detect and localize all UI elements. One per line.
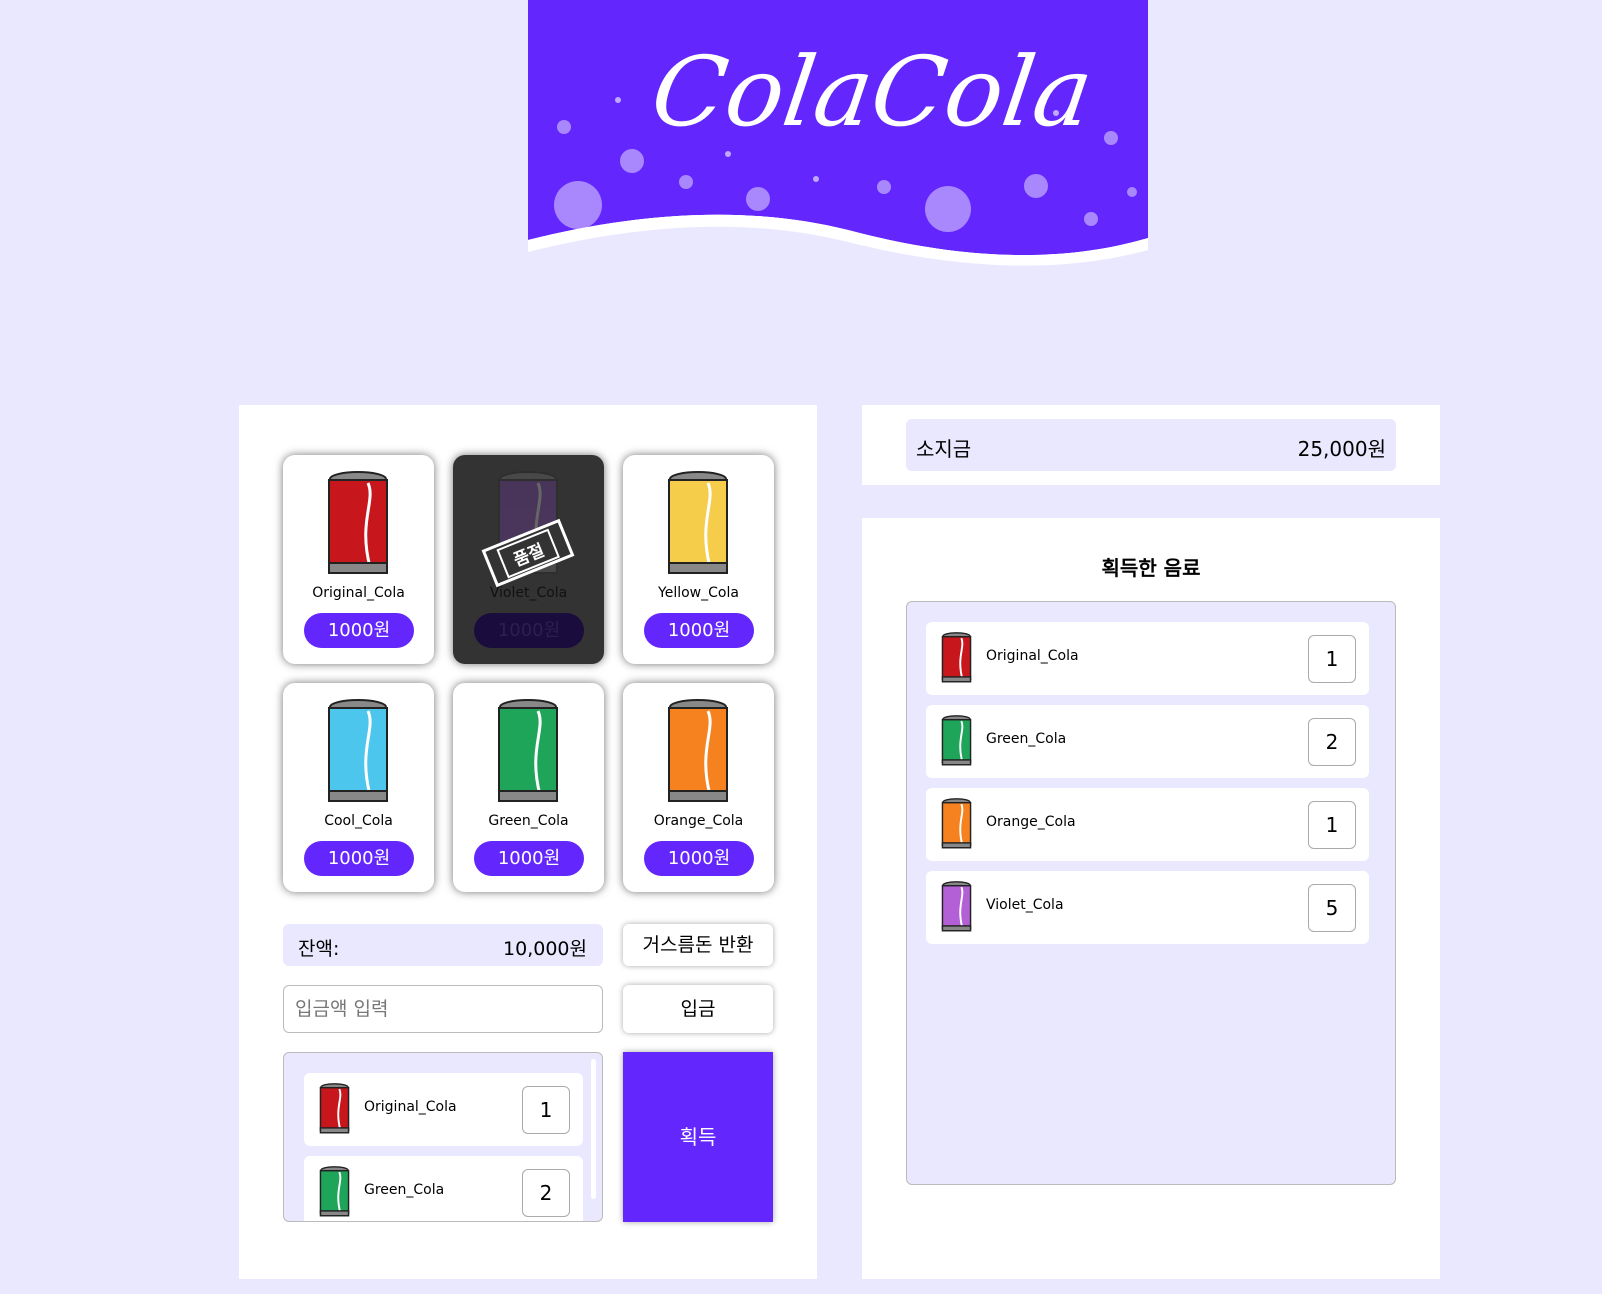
product-name: Original_Cola xyxy=(312,585,405,601)
cola-can-icon xyxy=(328,471,388,574)
product-name: Cool_Cola xyxy=(324,813,393,829)
wallet-label: 소지금 xyxy=(916,437,972,461)
cola-can-icon xyxy=(941,798,972,849)
cart-scrollbar[interactable] xyxy=(591,1059,596,1199)
acquired-title: 획득한 음료 xyxy=(1101,556,1201,580)
acquired-item: Orange_Cola 1 xyxy=(926,788,1369,861)
cart-list[interactable]: Original_Cola 1 Green_Cola 2 xyxy=(283,1052,603,1222)
acquired-item: Original_Cola 1 xyxy=(926,622,1369,695)
cola-can-icon xyxy=(941,881,972,932)
cola-can-icon xyxy=(941,632,972,683)
acquired-item-name: Orange_Cola xyxy=(986,814,1076,830)
cola-can-icon xyxy=(319,1166,350,1217)
wallet-value: 25,000원 xyxy=(1297,437,1386,461)
acquired-item: Violet_Cola 5 xyxy=(926,871,1369,944)
cart-item[interactable]: Green_Cola 2 xyxy=(304,1156,583,1221)
cola-can-icon xyxy=(668,471,728,574)
product-name: Violet_Cola xyxy=(489,585,568,601)
acquired-list: Original_Cola 1 Green_Cola 2 Orange_Cola… xyxy=(906,601,1396,1185)
acquired-item-name: Violet_Cola xyxy=(986,897,1064,913)
wallet-display: 소지금 25,000원 xyxy=(906,419,1396,471)
product-card-yellow-cola[interactable]: Yellow_Cola 1000원 xyxy=(623,455,774,664)
cola-can-icon xyxy=(328,699,388,802)
deposit-input[interactable] xyxy=(283,985,603,1033)
price-button: 1000원 xyxy=(474,613,584,648)
vending-machine-panel: Original_Cola 1000원 Violet_Cola 품절 1000원… xyxy=(239,405,817,1279)
price-button[interactable]: 1000원 xyxy=(304,613,414,648)
cart-item-name: Green_Cola xyxy=(364,1182,445,1198)
acquired-item: Green_Cola 2 xyxy=(926,705,1369,778)
balance-label: 잔액: xyxy=(298,938,340,960)
wallet-panel: 소지금 25,000원 xyxy=(862,405,1440,485)
product-card-original-cola[interactable]: Original_Cola 1000원 xyxy=(283,455,434,664)
balance-value: 10,000원 xyxy=(503,938,587,960)
balance-display: 잔액: 10,000원 xyxy=(283,924,603,966)
acquired-drinks-panel: 획득한 음료 Original_Cola 1 Green_Cola 2 Oran… xyxy=(862,518,1440,1279)
acquired-item-qty: 2 xyxy=(1308,718,1356,766)
product-name: Green_Cola xyxy=(488,813,569,829)
cart-item-name: Original_Cola xyxy=(364,1099,457,1115)
product-name: Yellow_Cola xyxy=(658,585,739,601)
product-card-orange-cola[interactable]: Orange_Cola 1000원 xyxy=(623,683,774,892)
deposit-button[interactable]: 입금 xyxy=(623,985,773,1033)
cola-can-icon xyxy=(941,715,972,766)
acquired-item-qty: 1 xyxy=(1308,801,1356,849)
cola-can-icon xyxy=(498,699,558,802)
product-card-green-cola[interactable]: Green_Cola 1000원 xyxy=(453,683,604,892)
price-button[interactable]: 1000원 xyxy=(644,613,754,648)
price-button[interactable]: 1000원 xyxy=(304,841,414,876)
acquired-item-qty: 5 xyxy=(1308,884,1356,932)
logo-graphic: ColaCola xyxy=(528,0,1148,268)
acquired-item-qty: 1 xyxy=(1308,635,1356,683)
price-button[interactable]: 1000원 xyxy=(474,841,584,876)
acquired-item-name: Original_Cola xyxy=(986,648,1079,664)
acquire-button[interactable]: 획득 xyxy=(623,1052,773,1222)
price-button[interactable]: 1000원 xyxy=(644,841,754,876)
colacola-logo-banner: ColaCola xyxy=(528,0,1148,268)
acquired-item-name: Green_Cola xyxy=(986,731,1067,747)
cart-item-qty: 1 xyxy=(522,1086,570,1134)
product-name: Orange_Cola xyxy=(653,813,744,829)
logo-text: ColaCola xyxy=(645,35,1099,147)
product-card-violet-cola[interactable]: Violet_Cola 품절 1000원 xyxy=(453,455,604,664)
cola-can-icon xyxy=(319,1083,350,1134)
product-card-cool-cola[interactable]: Cool_Cola 1000원 xyxy=(283,683,434,892)
return-change-button[interactable]: 거스름돈 반환 xyxy=(623,924,773,966)
cart-item[interactable]: Original_Cola 1 xyxy=(304,1073,583,1146)
cola-can-icon xyxy=(668,699,728,802)
cart-item-qty: 2 xyxy=(522,1169,570,1217)
